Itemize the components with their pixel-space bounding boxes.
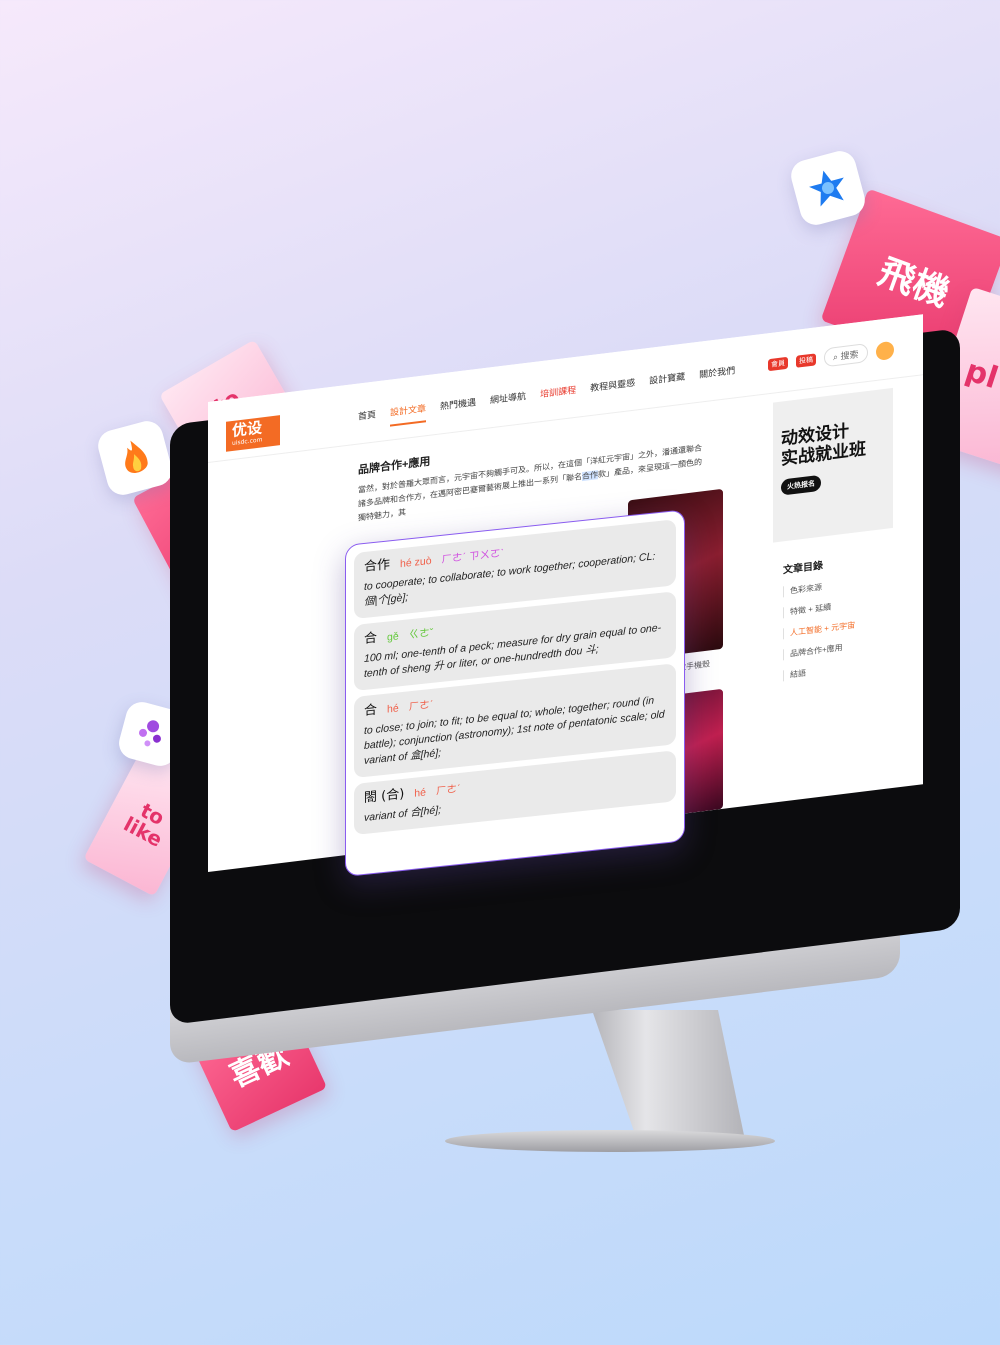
- dict-hanzi: 合: [364, 702, 378, 720]
- toc-item[interactable]: 特徵 + 延續: [783, 593, 898, 619]
- nav-links[interactable]: 網址導航: [490, 389, 526, 414]
- dict-zhuyin: ㄍㄜˇ: [408, 626, 434, 642]
- dict-zhuyin: ㄏㄜˊ: [435, 782, 461, 798]
- submit-badge[interactable]: 投稿: [796, 352, 816, 368]
- star-app-icon: [787, 147, 869, 229]
- nav-about[interactable]: 關於我們: [699, 363, 735, 388]
- member-badge[interactable]: 會員: [768, 356, 788, 371]
- toc-item[interactable]: 色彩來源: [783, 572, 898, 598]
- toc-item-current[interactable]: 人工智能 + 元宇宙: [783, 614, 898, 640]
- selected-word[interactable]: 合作: [582, 470, 598, 482]
- nav-tutorials[interactable]: 教程與靈感: [590, 376, 635, 403]
- ad-cta-button[interactable]: 火热报名: [781, 474, 821, 496]
- dict-hanzi: 合: [364, 630, 378, 648]
- toc-item[interactable]: 品牌合作+應用: [783, 635, 898, 661]
- dict-pinyin: hé zuò: [400, 554, 432, 571]
- avatar[interactable]: [875, 340, 894, 361]
- course-ad[interactable]: 动效设计 实战就业班 火热报名: [773, 387, 893, 543]
- main-nav: 首頁 設計文章 熱門機遇 網址導航 培訓課程 教程與靈感 設計寶藏 關於我們: [358, 363, 735, 430]
- dict-zhuyin: ㄏㄜˊ ㄗㄨㄛˋ: [441, 547, 504, 566]
- header-right: 會員 投稿 ⌕ 搜索: [768, 340, 894, 374]
- nav-design-articles[interactable]: 設計文章: [390, 401, 427, 427]
- nav-hot[interactable]: 熱門機遇: [440, 395, 476, 420]
- nav-home[interactable]: 首頁: [358, 407, 376, 430]
- search-button[interactable]: ⌕ 搜索: [824, 343, 868, 368]
- table-of-contents: 文章目錄 色彩來源 特徵 + 延續 人工智能 + 元宇宙 品牌合作+應用 結語: [783, 547, 898, 691]
- site-logo[interactable]: 优设 uisdc.com: [226, 415, 280, 452]
- dict-hanzi: 合作: [364, 557, 391, 576]
- dict-pinyin: hé: [387, 702, 399, 716]
- nav-treasure[interactable]: 設計寶藏: [649, 369, 685, 394]
- nav-courses[interactable]: 培訓課程: [540, 383, 576, 408]
- toc-title: 文章目錄: [783, 560, 823, 577]
- dictionary-popup[interactable]: 合作 hé zuò ㄏㄜˊ ㄗㄨㄛˋ to cooperate; to coll…: [345, 509, 685, 877]
- monitor-stand-base: [445, 1130, 775, 1152]
- toc-item[interactable]: 結語: [783, 656, 898, 682]
- monitor-stand: [592, 1010, 745, 1140]
- dict-pinyin: gě: [387, 630, 399, 644]
- dict-hanzi: 閤 (合): [364, 786, 405, 807]
- dict-pinyin: hé: [414, 786, 426, 800]
- dict-zhuyin: ㄏㄜˊ: [408, 698, 434, 714]
